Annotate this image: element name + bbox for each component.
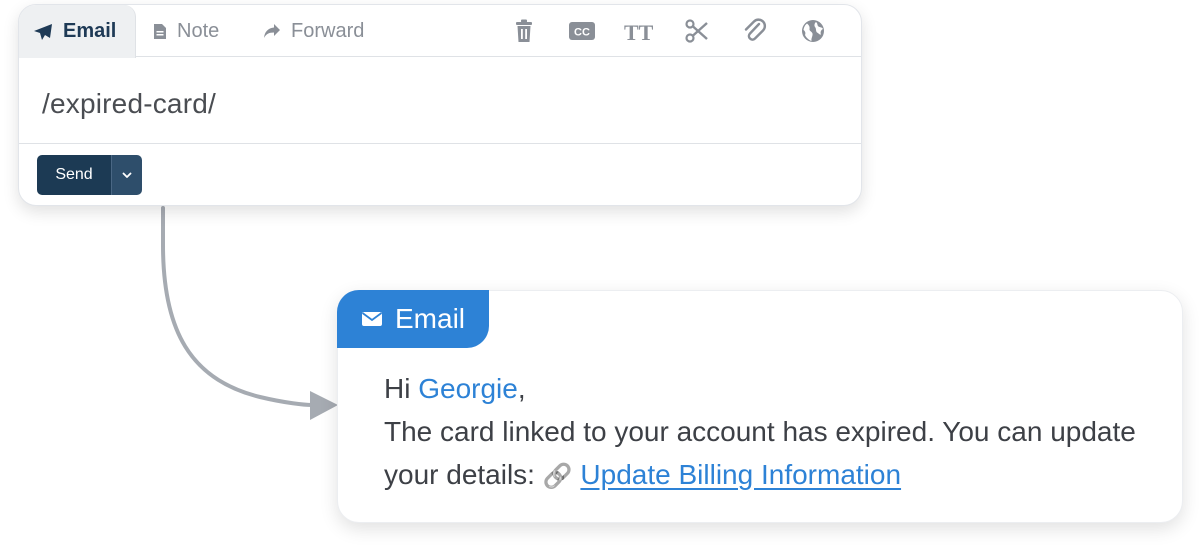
paperclip-icon[interactable] bbox=[742, 18, 768, 44]
cc-text: CC bbox=[574, 27, 590, 39]
send-options-button[interactable] bbox=[111, 155, 142, 195]
email-badge-label: Email bbox=[395, 303, 466, 334]
scissors-icon[interactable] bbox=[684, 18, 710, 44]
message-paragraph: The card linked to your account has expi… bbox=[384, 410, 1152, 498]
envelope-icon bbox=[361, 312, 383, 326]
email-body: Hi Georgie, The card linked to your acco… bbox=[384, 367, 1152, 498]
email-badge: Email bbox=[337, 290, 489, 348]
trash-icon[interactable] bbox=[511, 18, 537, 44]
tab-forward-label: Forward bbox=[291, 19, 365, 42]
link-icon: 🔗 bbox=[542, 463, 573, 490]
send-button[interactable]: Send bbox=[37, 155, 111, 195]
cc-icon[interactable]: CC bbox=[567, 18, 597, 44]
paper-plane-icon bbox=[34, 23, 52, 40]
send-button-group: Send bbox=[37, 155, 142, 195]
greeting-line: Hi Georgie, bbox=[384, 367, 1152, 410]
globe-icon[interactable] bbox=[800, 18, 826, 44]
editor-text: /expired-card/ bbox=[42, 88, 216, 119]
document-icon bbox=[154, 23, 166, 39]
tab-email-label: Email bbox=[63, 20, 117, 42]
email-preview-card: Email Hi Georgie, The card linked to you… bbox=[337, 290, 1183, 523]
text-size-text: TT bbox=[624, 20, 654, 43]
message-editor[interactable]: /expired-card/ bbox=[19, 57, 861, 144]
recipient-name: Georgie bbox=[418, 373, 518, 404]
forward-arrow-icon bbox=[264, 24, 280, 38]
tab-forward[interactable]: Forward bbox=[263, 5, 364, 57]
reply-composer: Email Note Forward CC TT /expired-card/ … bbox=[18, 4, 862, 206]
tab-note-label: Note bbox=[177, 19, 220, 42]
text-size-icon[interactable]: TT bbox=[624, 18, 656, 44]
tab-note[interactable]: Note bbox=[153, 5, 219, 57]
chevron-down-icon bbox=[122, 172, 132, 178]
composer-tabs: Email Note Forward CC TT bbox=[19, 5, 861, 58]
greeting-prefix: Hi bbox=[384, 373, 419, 404]
greeting-suffix: , bbox=[517, 373, 526, 404]
update-billing-link[interactable]: Update Billing Information bbox=[580, 459, 901, 490]
tab-email[interactable]: Email bbox=[19, 5, 136, 58]
